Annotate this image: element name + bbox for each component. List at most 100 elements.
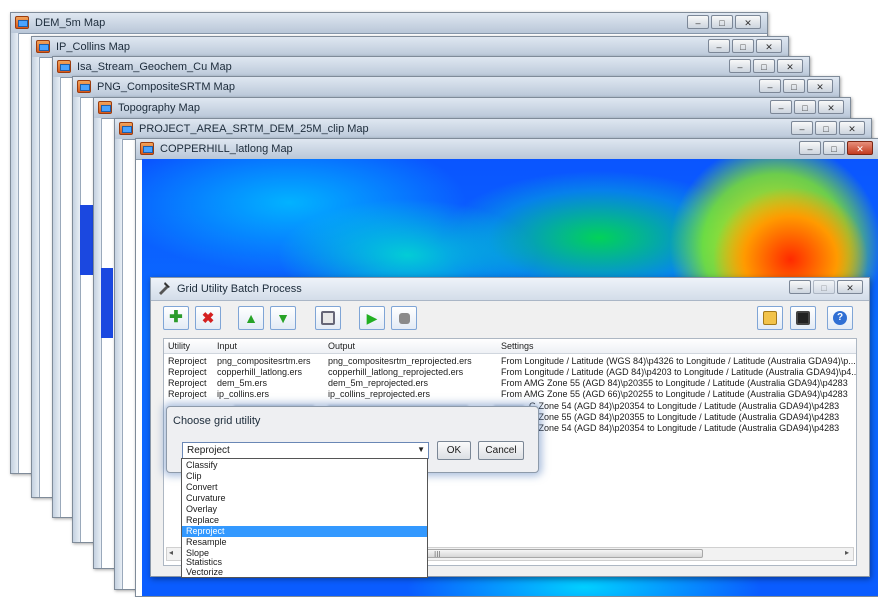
maximize-button[interactable]: □ [732,39,754,53]
title-bar[interactable]: PNG_CompositeSRTM Map – □ ✕ [73,77,839,98]
cell-settings: G Zone 55 (AGD 84)\p20355 to Longitude /… [529,412,840,422]
cell-utility: Reproject [168,378,207,388]
minimize-button[interactable]: – [729,59,751,73]
add-button[interactable]: ✚ [163,306,189,330]
title-bar[interactable]: IP_Collins Map – □ ✕ [32,37,788,58]
move-up-button[interactable]: ▲ [238,306,264,330]
column-header-utility[interactable]: Utility [168,341,190,351]
cell-utility: Reproject [168,367,207,377]
option-curvature[interactable]: Curvature [182,493,427,504]
window-frame [115,139,123,589]
run-icon: ▶ [366,309,378,326]
option-vectorize[interactable]: Vectorize [182,567,427,578]
maximize-button[interactable]: □ [823,141,845,155]
help-icon: ? [833,311,847,325]
minimize-button[interactable]: – [791,121,813,135]
cell-output: dem_5m_reprojected.ers [328,378,429,388]
column-header-settings[interactable]: Settings [501,341,534,351]
utility-options-list[interactable]: Classify Clip Convert Curvature Overlay … [181,458,428,578]
batch-toolbar: ✚ ✖ ▲ ▼ ▶ ? [163,306,857,332]
open-button[interactable] [757,306,783,330]
column-header-output[interactable]: Output [328,341,355,351]
run-button[interactable]: ▶ [359,306,385,330]
maximize-button[interactable]: □ [815,121,837,135]
maximize-button[interactable]: □ [794,100,816,114]
cell-settings: From AMG Zone 55 (AGD 84)\p20355 to Long… [501,378,848,388]
window-frame [94,118,102,568]
cell-settings: From Longitude / Latitude (AGD 84)\p4203… [501,367,856,377]
maximize-button[interactable]: □ [813,280,835,294]
title-bar[interactable]: PROJECT_AREA_SRTM_DEM_25M_clip Map – □ ✕ [115,119,871,140]
minimize-button[interactable]: – [708,39,730,53]
table-row[interactable]: Reproject copperhill_latlong.ers copperh… [164,367,856,378]
minimize-button[interactable]: – [759,79,781,93]
minimize-button[interactable]: – [770,100,792,114]
properties-icon [321,311,335,325]
move-down-button[interactable]: ▼ [270,306,296,330]
map-app-icon [140,142,154,155]
move-up-icon: ▲ [244,310,258,326]
table-row[interactable]: Reproject png_compositesrtm.ers png_comp… [164,356,856,367]
option-replace[interactable]: Replace [182,515,427,526]
properties-button[interactable] [315,306,341,330]
table-row[interactable]: Reproject ip_collins.ers ip_collins_repr… [164,389,856,400]
table-row[interactable]: Reproject dem_5m.ers dem_5m_reprojected.… [164,378,856,389]
help-button[interactable]: ? [827,306,853,330]
scroll-right-icon[interactable]: ▸ [845,548,849,557]
save-button[interactable] [790,306,816,330]
window-frame [11,33,19,473]
option-resample[interactable]: Resample [182,537,427,548]
cancel-button[interactable]: Cancel [478,441,524,460]
delete-icon: ✖ [201,309,215,327]
close-button[interactable]: ✕ [837,280,863,294]
map-app-icon [119,122,133,135]
minimize-button[interactable]: – [799,141,821,155]
option-reproject[interactable]: Reproject [182,526,427,537]
title-bar[interactable]: DEM_5m Map – □ ✕ [11,13,767,34]
window-title: IP_Collins Map [56,41,130,53]
window-frame [53,77,61,517]
tools-icon [159,282,170,295]
window-title: Topography Map [118,102,200,114]
close-button[interactable]: ✕ [756,39,782,53]
minimize-button[interactable]: – [687,15,709,29]
chevron-down-icon[interactable]: ▼ [417,445,425,454]
title-bar[interactable]: Isa_Stream_Geochem_Cu Map – □ ✕ [53,57,809,78]
cell-output: png_compositesrtm_reprojected.ers [328,356,472,366]
maximize-button[interactable]: □ [753,59,775,73]
stop-button[interactable] [391,306,417,330]
map-app-icon [15,16,29,29]
option-classify[interactable]: Classify [182,460,427,471]
close-button[interactable]: ✕ [847,141,873,155]
cell-settings: G Zone 54 (AGD 84)\p20354 to Longitude /… [529,423,840,433]
option-convert[interactable]: Convert [182,482,427,493]
close-button[interactable]: ✕ [839,121,865,135]
option-overlay[interactable]: Overlay [182,504,427,515]
close-button[interactable]: ✕ [735,15,761,29]
close-button[interactable]: ✕ [807,79,833,93]
title-bar[interactable]: Topography Map – □ ✕ [94,98,850,119]
minimize-button[interactable]: – [789,280,811,294]
option-clip[interactable]: Clip [182,471,427,482]
dialog-title: Choose grid utility [173,415,261,427]
utility-select[interactable]: Reproject ▼ [182,442,429,459]
window-title: DEM_5m Map [35,17,106,29]
selected-value: Reproject [187,445,230,456]
delete-button[interactable]: ✖ [195,306,221,330]
close-button[interactable]: ✕ [777,59,803,73]
ok-button[interactable]: OK [437,441,471,460]
scroll-left-icon[interactable]: ◂ [169,548,173,557]
maximize-button[interactable]: □ [783,79,805,93]
close-button[interactable]: ✕ [818,100,844,114]
add-icon: ✚ [169,309,183,326]
window-title: COPPERHILL_latlong Map [160,143,293,155]
title-bar[interactable]: COPPERHILL_latlong Map – □ ✕ [136,139,878,160]
maximize-button[interactable]: □ [711,15,733,29]
open-icon [763,311,777,325]
dialog-title-bar[interactable]: Grid Utility Batch Process – □ ✕ [151,278,869,301]
cell-input: copperhill_latlong.ers [217,367,303,377]
cell-output: copperhill_latlong_reprojected.ers [328,367,464,377]
window-title: Isa_Stream_Geochem_Cu Map [77,61,232,73]
cell-settings: From AMG Zone 55 (AGD 66)\p20255 to Long… [501,389,848,399]
column-header-input[interactable]: Input [217,341,237,351]
